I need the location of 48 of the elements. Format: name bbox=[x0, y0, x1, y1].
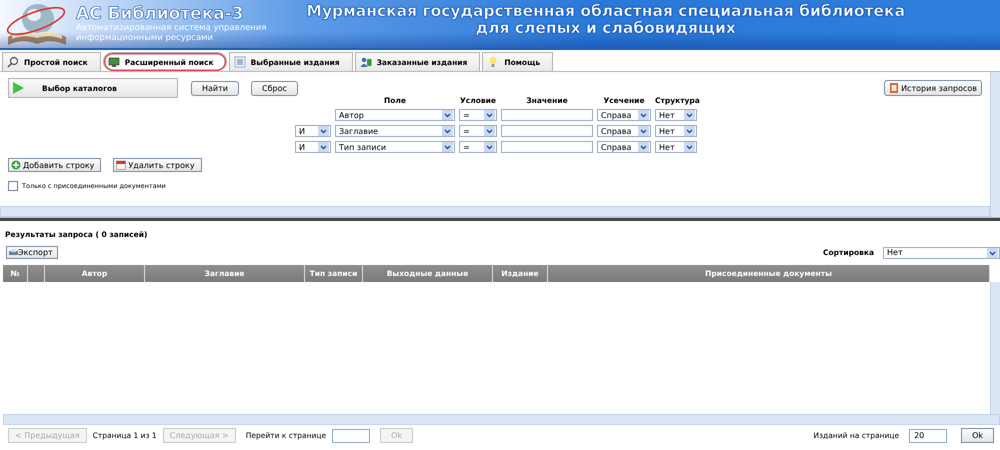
truncation-select[interactable]: Справа bbox=[597, 141, 651, 153]
field-select[interactable]: Автор bbox=[335, 109, 455, 121]
value-input[interactable] bbox=[501, 141, 593, 153]
library-name: для слепых и слабовидящих bbox=[476, 20, 736, 37]
value-input[interactable] bbox=[501, 125, 593, 137]
structure-select[interactable]: Нет bbox=[655, 125, 697, 137]
delete-row-button[interactable]: Удалить строку bbox=[113, 158, 202, 172]
value-input[interactable] bbox=[501, 109, 593, 121]
library-name: Мурманская государственная областная специальная библиотека bbox=[306, 3, 906, 20]
play-icon bbox=[12, 82, 24, 94]
history-button[interactable]: История запросов bbox=[884, 80, 982, 96]
search-icon bbox=[7, 56, 19, 68]
sort-select[interactable]: Нет bbox=[883, 246, 1000, 258]
field-select[interactable]: Заглавие bbox=[335, 125, 455, 137]
people-icon bbox=[360, 56, 372, 68]
condition-select[interactable]: = bbox=[459, 109, 497, 121]
horizontal-scrollbar[interactable] bbox=[0, 206, 990, 217]
condition-select[interactable]: = bbox=[459, 125, 497, 137]
field-select[interactable]: Тип записи bbox=[335, 141, 455, 153]
condition-select[interactable]: = bbox=[459, 141, 497, 153]
add-row-button[interactable]: Добавить строку bbox=[8, 158, 102, 172]
light-bulb-icon bbox=[487, 56, 500, 68]
plus-icon bbox=[11, 160, 21, 170]
reset-button[interactable]: Сброс bbox=[250, 80, 298, 96]
vertical-scrollbar[interactable] bbox=[990, 282, 1000, 414]
calendar-icon bbox=[116, 160, 126, 170]
horizontal-scrollbar[interactable] bbox=[3, 414, 1000, 425]
find-button[interactable]: Найти bbox=[191, 80, 239, 96]
blank-column-header bbox=[28, 265, 45, 282]
app-title: АС Библиотека-3 bbox=[76, 5, 245, 23]
truncation-select[interactable]: Справа bbox=[597, 109, 651, 121]
document-icon bbox=[889, 83, 900, 93]
checkbox[interactable] bbox=[8, 181, 18, 191]
truncation-select[interactable]: Справа bbox=[597, 125, 651, 137]
export-button[interactable]: Экспорт bbox=[6, 246, 58, 259]
list-icon bbox=[234, 56, 246, 68]
page-number-input[interactable] bbox=[332, 428, 370, 442]
per-page-input[interactable]: 20 bbox=[909, 428, 948, 442]
connector-select[interactable]: И bbox=[295, 141, 331, 153]
ok-button[interactable]: Ok bbox=[961, 428, 994, 443]
app-subtitle: информационными ресурсами bbox=[76, 33, 214, 43]
app-subtitle: Автоматизированная система управления bbox=[76, 23, 267, 33]
vertical-scrollbar[interactable] bbox=[990, 72, 1000, 217]
printer-icon bbox=[9, 248, 18, 256]
structure-select[interactable]: Нет bbox=[655, 141, 697, 153]
connector-select[interactable]: И bbox=[295, 125, 331, 137]
monitor-icon bbox=[108, 56, 120, 68]
structure-select[interactable]: Нет bbox=[655, 109, 697, 121]
